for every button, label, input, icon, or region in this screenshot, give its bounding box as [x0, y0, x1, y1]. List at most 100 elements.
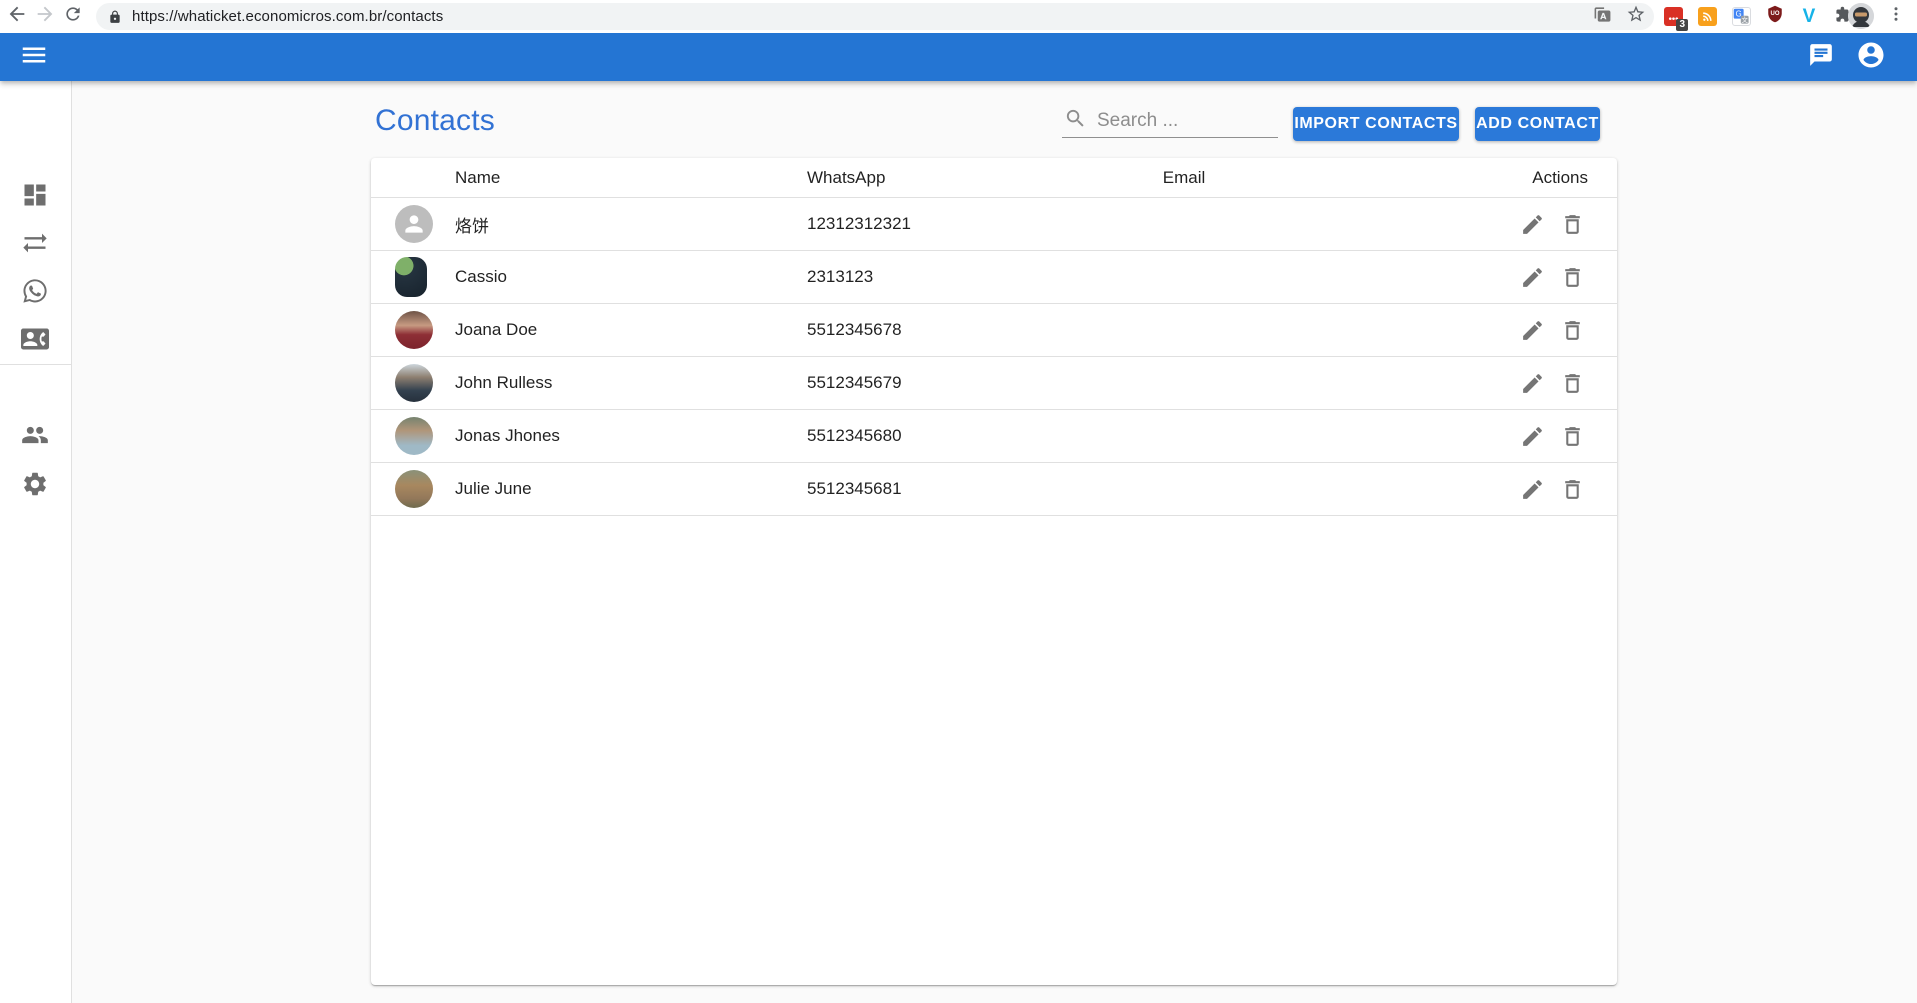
add-contact-button[interactable]: ADD CONTACT	[1475, 107, 1600, 141]
chat-icon	[1808, 42, 1834, 73]
contact-whatsapp: 5512345681	[807, 479, 1057, 499]
table-row: Joana Doe 5512345678	[371, 304, 1617, 357]
edit-pencil-icon	[1520, 477, 1545, 502]
contact-name: John Rulless	[455, 373, 807, 393]
contact-avatar	[395, 257, 427, 297]
contact-name: Jonas Jhones	[455, 426, 807, 446]
url-text: https://whaticket.economicros.com.br/con…	[132, 8, 443, 25]
users-icon	[21, 421, 49, 454]
app-bar	[0, 33, 1917, 81]
address-bar[interactable]: https://whaticket.economicros.com.br/con…	[96, 3, 1654, 30]
contact-whatsapp: 5512345678	[807, 320, 1057, 340]
sidebar-item-contacts[interactable]	[13, 319, 57, 363]
browser-menu-button[interactable]	[1882, 3, 1909, 30]
edit-contact-button[interactable]	[1516, 261, 1548, 293]
account-circle-icon	[1856, 40, 1886, 75]
settings-gear-icon	[21, 470, 49, 503]
delete-contact-button[interactable]	[1556, 473, 1588, 505]
header-whatsapp: WhatsApp	[807, 168, 1057, 188]
contact-name: Cassio	[455, 267, 807, 287]
search-input[interactable]	[1097, 110, 1267, 132]
search-icon	[1062, 107, 1087, 135]
delete-contact-button[interactable]	[1556, 261, 1588, 293]
svg-text:G: G	[1735, 10, 1741, 19]
table-row: Jonas Jhones 5512345680	[371, 410, 1617, 463]
ninja-avatar-icon	[1848, 3, 1874, 29]
table-row: Cassio 2313123	[371, 251, 1617, 304]
contact-name: 烙饼	[455, 212, 807, 237]
sidebar-divider	[0, 364, 72, 365]
sidebar	[0, 81, 72, 1003]
bookmark-star-icon[interactable]	[1626, 4, 1646, 29]
contact-avatar	[395, 470, 433, 508]
delete-contact-button[interactable]	[1556, 367, 1588, 399]
person-icon	[401, 211, 427, 237]
edit-contact-button[interactable]	[1516, 314, 1548, 346]
browser-forward-button[interactable]	[31, 3, 58, 30]
edit-pencil-icon	[1520, 318, 1545, 343]
delete-trash-icon	[1560, 318, 1585, 343]
google-translate-icon: G文	[1732, 7, 1751, 26]
tickets-swap-icon	[21, 229, 49, 262]
delete-trash-icon	[1560, 424, 1585, 449]
header-email: Email	[1057, 168, 1311, 188]
extension-translate-button[interactable]: G文	[1728, 4, 1754, 30]
kebab-menu-icon	[1887, 5, 1905, 28]
contacts-icon	[21, 325, 49, 358]
dashboard-icon	[21, 181, 49, 214]
menu-toggle-button[interactable]	[14, 37, 54, 77]
announcements-chat-button[interactable]	[1801, 37, 1841, 77]
contact-whatsapp: 5512345679	[807, 373, 1057, 393]
contact-name: Julie June	[455, 479, 807, 499]
whatsapp-icon	[21, 277, 49, 310]
extensions-area: 3 G文 UO V	[1660, 0, 1856, 33]
vimeo-icon: V	[1803, 6, 1816, 28]
edit-contact-button[interactable]	[1516, 420, 1548, 452]
contact-avatar	[395, 205, 433, 243]
sidebar-item-connections[interactable]	[13, 271, 57, 315]
https-lock-icon	[108, 10, 122, 24]
edit-pencil-icon	[1520, 371, 1545, 396]
extension-red-icon[interactable]: 3	[1660, 4, 1686, 30]
account-menu-button[interactable]	[1851, 37, 1891, 77]
delete-contact-button[interactable]	[1556, 314, 1588, 346]
browser-back-button[interactable]	[3, 3, 30, 30]
sidebar-item-tickets[interactable]	[13, 223, 57, 267]
sidebar-item-settings[interactable]	[13, 464, 57, 508]
edit-pencil-icon	[1520, 424, 1545, 449]
contact-avatar	[395, 364, 433, 402]
browser-reload-button[interactable]	[59, 3, 86, 30]
edit-contact-button[interactable]	[1516, 367, 1548, 399]
hamburger-menu-icon	[19, 40, 49, 75]
extension-vimeo-button[interactable]: V	[1796, 4, 1822, 30]
table-header-row: Name WhatsApp Email Actions	[371, 158, 1617, 198]
rss-icon	[1698, 7, 1717, 26]
svg-text:UO: UO	[1771, 11, 1780, 17]
sidebar-item-users[interactable]	[13, 415, 57, 459]
browser-profile-avatar[interactable]	[1848, 3, 1874, 29]
contacts-table-card: Name WhatsApp Email Actions 烙饼 123123123…	[371, 158, 1617, 985]
svg-text:文: 文	[1741, 15, 1748, 24]
delete-contact-button[interactable]	[1556, 208, 1588, 240]
extension-rss-button[interactable]	[1694, 4, 1720, 30]
search-box	[1062, 105, 1278, 138]
sidebar-item-dashboard[interactable]	[13, 175, 57, 219]
back-icon	[6, 3, 28, 30]
extension-ublock-button[interactable]: UO	[1762, 4, 1788, 30]
ublock-shield-icon: UO	[1766, 5, 1784, 28]
extension-badge: 3	[1676, 19, 1688, 31]
delete-trash-icon	[1560, 477, 1585, 502]
edit-pencil-icon	[1520, 212, 1545, 237]
header-actions: Actions	[1311, 168, 1617, 188]
translate-page-icon[interactable]	[1593, 5, 1612, 29]
edit-contact-button[interactable]	[1516, 473, 1548, 505]
reload-icon	[63, 4, 83, 29]
delete-contact-button[interactable]	[1556, 420, 1588, 452]
contact-whatsapp: 2313123	[807, 267, 1057, 287]
import-contacts-button[interactable]: IMPORT CONTACTS	[1293, 107, 1459, 141]
delete-trash-icon	[1560, 371, 1585, 396]
table-row: 烙饼 12312312321	[371, 198, 1617, 251]
table-row: Julie June 5512345681	[371, 463, 1617, 516]
contact-avatar	[395, 417, 433, 455]
edit-contact-button[interactable]	[1516, 208, 1548, 240]
